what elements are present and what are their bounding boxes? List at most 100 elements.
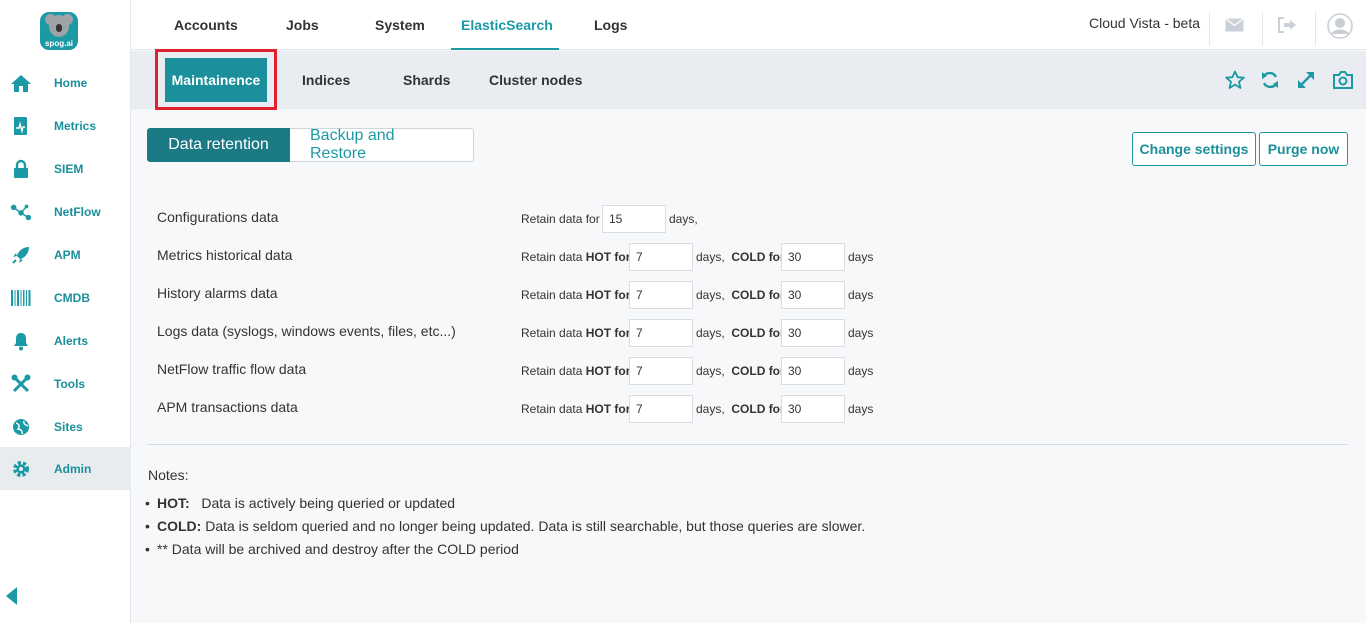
days-text: days: [848, 402, 874, 416]
globe-icon: [10, 416, 32, 438]
row-label: History alarms data: [157, 285, 278, 301]
expand-icon[interactable]: [1295, 69, 1317, 91]
collapse-sidebar-icon[interactable]: [6, 587, 17, 605]
divider: [1262, 12, 1263, 46]
cold-text: days, COLD for: [696, 402, 785, 416]
refresh-icon[interactable]: [1259, 69, 1281, 91]
sidebar-item-metrics[interactable]: Metrics: [0, 104, 131, 147]
logout-icon[interactable]: [1277, 16, 1297, 34]
spog-logo[interactable]: spog.ai: [40, 12, 78, 50]
sidebar-item-label: APM: [54, 247, 81, 262]
retention-row: Configurations data Retain data for days…: [131, 205, 1366, 233]
sidebar-item-siem[interactable]: SIEM: [0, 147, 131, 190]
sidebar-item-netflow[interactable]: NetFlow: [0, 190, 131, 233]
hot-days-input[interactable]: [629, 243, 693, 271]
divider: [1209, 12, 1210, 46]
retention-row: Metrics historical data Retain data HOT …: [131, 243, 1366, 271]
lock-icon: [10, 158, 32, 180]
segment-control: Data retention Backup and Restore: [147, 127, 474, 162]
days-text: days,: [669, 212, 698, 226]
tab-accounts[interactable]: Accounts: [174, 0, 238, 50]
hot-days-input[interactable]: [629, 395, 693, 423]
subtab-shards[interactable]: Shards: [403, 51, 450, 109]
tools-icon: [10, 373, 32, 395]
cold-days-input[interactable]: [781, 357, 845, 385]
sidebar-item-label: Alerts: [54, 333, 89, 348]
highlight-box: Maintainence: [155, 49, 277, 110]
note-item: ** Data will be archived and destroy aft…: [145, 541, 519, 557]
retain-text: Retain data HOT for: [521, 250, 631, 264]
cold-text: days, COLD for: [696, 288, 785, 302]
change-settings-button[interactable]: Change settings: [1132, 132, 1256, 166]
subtab-cluster-nodes[interactable]: Cluster nodes: [489, 51, 582, 109]
netflow-icon: [10, 201, 32, 223]
days-text: days: [848, 250, 874, 264]
sidebar-item-label: SIEM: [54, 161, 84, 176]
gear-icon: [10, 458, 32, 480]
bell-icon: [10, 330, 32, 352]
retention-row: NetFlow traffic flow data Retain data HO…: [131, 357, 1366, 385]
cold-days-input[interactable]: [781, 243, 845, 271]
tab-elasticsearch[interactable]: ElasticSearch: [451, 0, 559, 50]
retention-row: APM transactions data Retain data HOT fo…: [131, 395, 1366, 423]
home-icon: [10, 72, 32, 94]
tab-system[interactable]: System: [375, 0, 425, 50]
hot-days-input[interactable]: [629, 319, 693, 347]
days-text: days: [848, 364, 874, 378]
cold-text: days, COLD for: [696, 326, 785, 340]
days-text: days: [848, 326, 874, 340]
divider: [1315, 12, 1316, 46]
sidebar-item-apm[interactable]: APM: [0, 233, 131, 276]
tab-logs[interactable]: Logs: [594, 0, 627, 50]
main-content: Data retention Backup and Restore Change…: [131, 109, 1366, 623]
metrics-icon: [10, 115, 32, 137]
retain-text: Retain data HOT for: [521, 364, 631, 378]
segment-data-retention[interactable]: Data retention: [147, 128, 290, 162]
elasticsearch-subnav: Maintainence Indices Shards Cluster node…: [131, 49, 1366, 110]
retention-days-input[interactable]: [602, 205, 666, 233]
cold-days-input[interactable]: [781, 319, 845, 347]
top-navigation: Accounts Jobs System ElasticSearch Logs …: [131, 0, 1366, 50]
logo-brand-text: spog.ai: [44, 39, 73, 48]
sidebar-item-admin[interactable]: Admin: [0, 447, 131, 490]
segment-backup-restore[interactable]: Backup and Restore: [290, 127, 474, 162]
sidebar-item-label: Metrics: [54, 118, 97, 133]
sidebar-item-sites[interactable]: Sites: [0, 405, 131, 448]
retain-text: Retain data for: [521, 212, 600, 226]
row-label: Configurations data: [157, 209, 279, 225]
app-title: Cloud Vista - beta: [1088, 15, 1200, 31]
barcode-icon: [10, 287, 32, 309]
retention-row: History alarms data Retain data HOT for …: [131, 281, 1366, 309]
hot-days-input[interactable]: [629, 357, 693, 385]
avatar[interactable]: [1327, 13, 1353, 39]
mail-icon[interactable]: [1224, 16, 1244, 34]
sidebar-item-label: Tools: [54, 376, 86, 391]
sidebar-item-label: Home: [54, 75, 88, 90]
star-icon[interactable]: [1224, 69, 1246, 91]
sidebar: spog.ai Home Metrics SIEM NetFlow APM CM…: [0, 0, 131, 623]
row-label: APM transactions data: [157, 399, 298, 415]
retain-text: Retain data HOT for: [521, 402, 631, 416]
retain-text: Retain data HOT for: [521, 326, 631, 340]
cold-days-input[interactable]: [781, 281, 845, 309]
days-text: days: [848, 288, 874, 302]
row-label: Metrics historical data: [157, 247, 293, 263]
purge-now-button[interactable]: Purge now: [1259, 132, 1348, 166]
cold-text: days, COLD for: [696, 364, 785, 378]
sidebar-item-label: Admin: [54, 461, 92, 476]
rocket-icon: [10, 244, 32, 266]
row-label: Logs data (syslogs, windows events, file…: [157, 323, 456, 339]
sidebar-item-tools[interactable]: Tools: [0, 362, 131, 405]
sidebar-item-home[interactable]: Home: [0, 61, 131, 104]
sidebar-item-cmdb[interactable]: CMDB: [0, 276, 131, 319]
divider: [147, 444, 1348, 445]
note-item: COLD: Data is seldom queried and no long…: [145, 518, 865, 534]
camera-icon[interactable]: [1332, 69, 1354, 91]
koala-nose: [56, 24, 62, 32]
hot-days-input[interactable]: [629, 281, 693, 309]
subtab-maintainence[interactable]: Maintainence: [165, 58, 267, 102]
cold-days-input[interactable]: [781, 395, 845, 423]
sidebar-item-alerts[interactable]: Alerts: [0, 319, 131, 362]
subtab-indices[interactable]: Indices: [302, 51, 350, 109]
tab-jobs[interactable]: Jobs: [286, 0, 319, 50]
